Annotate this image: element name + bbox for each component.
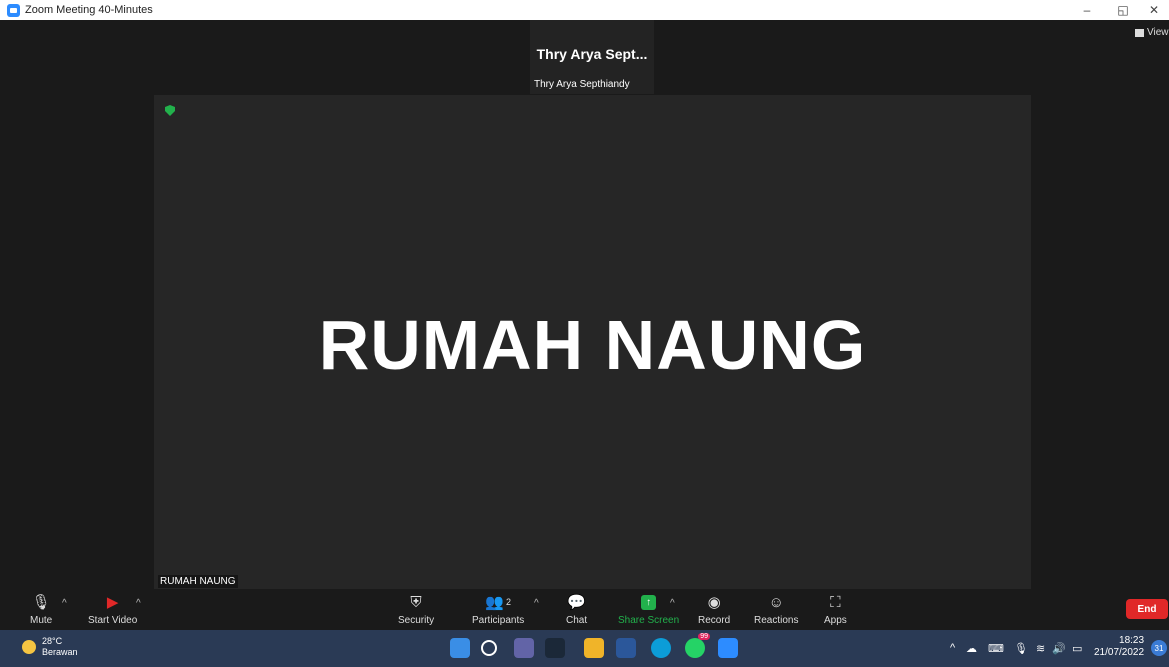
notification-badge[interactable]: 31 — [1151, 640, 1167, 656]
tray-overflow-icon[interactable]: ^ — [950, 642, 955, 654]
weather-condition: Berawan — [42, 647, 78, 657]
teams-icon[interactable] — [514, 638, 534, 658]
search-icon[interactable] — [481, 640, 497, 656]
chat-icon: 💬 — [567, 594, 586, 611]
audio-options-caret[interactable]: ^ — [62, 598, 67, 609]
microphone-icon: 🎙 — [31, 594, 51, 611]
stage-name-label: RUMAH NAUNG — [158, 575, 238, 588]
record-label: Record — [698, 615, 731, 626]
start-video-label: Start Video — [88, 615, 138, 626]
file-explorer-icon[interactable] — [584, 638, 604, 658]
share-options-caret[interactable]: ^ — [670, 598, 675, 609]
meeting-area: Thry Arya Sept... Thry Arya Septhiandy V… — [0, 20, 1169, 590]
chat-label: Chat — [566, 615, 588, 626]
battery-icon[interactable]: ▭ — [1072, 642, 1082, 655]
reactions-button[interactable]: ☺ Reactions — [754, 592, 799, 627]
mic-tray-icon[interactable]: 🎙 — [1014, 642, 1028, 655]
share-screen-icon: ↑ — [641, 592, 657, 612]
chat-button[interactable]: 💬 Chat — [566, 592, 587, 626]
minimize-button[interactable]: – — [1072, 0, 1102, 20]
participant-full-name: Thry Arya Septhiandy — [534, 79, 630, 90]
grid-icon — [1135, 28, 1144, 37]
mute-label: Mute — [30, 615, 53, 626]
share-screen-label: Share Screen — [618, 615, 680, 626]
security-button[interactable]: ⛨ Security — [398, 592, 435, 627]
shared-content-text: RUMAH NAUNG — [318, 306, 867, 384]
security-label: Security — [398, 615, 435, 626]
participants-button[interactable]: 👥 2 Participants — [472, 592, 524, 626]
record-button[interactable]: ◉ Record — [698, 592, 730, 626]
shared-screen: RUMAH NAUNG RUMAH NAUNG — [154, 95, 1031, 589]
security-shield-icon: ⛨ — [410, 593, 422, 611]
restore-button[interactable]: ◱ — [1108, 0, 1138, 20]
reactions-icon: ☺ — [768, 593, 784, 611]
view-label: View — [1147, 27, 1169, 38]
participants-label: Participants — [472, 615, 525, 626]
participant-thumbnail[interactable]: Thry Arya Sept... Thry Arya Septhiandy — [530, 20, 654, 94]
clock[interactable]: 18:23 21/07/2022 — [1094, 635, 1144, 659]
word-icon[interactable] — [616, 638, 636, 658]
edge-icon[interactable] — [651, 638, 671, 658]
apps-button[interactable]: ⛶ Apps — [824, 592, 847, 627]
start-icon[interactable] — [450, 638, 470, 658]
keyboard-icon[interactable]: ⌨ — [988, 642, 1004, 655]
temperature: 28°C — [42, 636, 63, 646]
participants-options-caret[interactable]: ^ — [534, 598, 539, 609]
title-bar: Zoom Meeting 40-Minutes – ◱ ✕ — [0, 0, 1169, 20]
video-off-icon: ▶ — [106, 594, 119, 611]
participants-count: 2 — [505, 597, 511, 607]
zoom-app-icon — [7, 3, 20, 17]
record-icon: ◉ — [707, 594, 721, 611]
close-button[interactable]: ✕ — [1139, 0, 1169, 20]
participants-icon: 👥 2 — [485, 594, 511, 611]
reactions-label: Reactions — [754, 615, 799, 626]
video-options-caret[interactable]: ^ — [136, 598, 141, 609]
participant-display-name: Thry Arya Sept... — [536, 46, 648, 62]
time: 18:23 — [1119, 635, 1145, 646]
mute-button[interactable]: 🎙 Mute — [30, 592, 52, 626]
whatsapp-icon[interactable]: 99 — [685, 633, 710, 658]
meeting-toolbar: 🎙 Mute ^ ▶ Start Video ^ ⛨ Security 👥 2 P… — [0, 590, 1169, 630]
end-button[interactable]: End — [1126, 599, 1168, 619]
zoom-taskbar-icon[interactable] — [718, 638, 738, 658]
windows-taskbar: 28°C Berawan 99 ^ ☁ ⌨ 🎙 ≋ 🔊 ▭ 18:23 21/07… — [0, 630, 1169, 667]
view-button[interactable]: View — [1135, 27, 1169, 38]
apps-label: Apps — [824, 615, 847, 626]
apps-icon: ⛶ — [830, 593, 841, 611]
steam-icon[interactable] — [545, 638, 565, 658]
date: 21/07/2022 — [1094, 647, 1145, 658]
wifi-icon[interactable]: ≋ — [1036, 642, 1045, 655]
weather-icon — [22, 640, 36, 654]
encryption-shield-icon[interactable] — [165, 105, 175, 116]
start-video-button[interactable]: ▶ Start Video — [88, 592, 137, 626]
weather-widget[interactable]: 28°C Berawan — [22, 636, 78, 658]
whatsapp-badge: 99 — [698, 633, 710, 640]
window-title: Zoom Meeting 40-Minutes — [25, 4, 153, 16]
onedrive-icon[interactable]: ☁ — [966, 642, 977, 655]
volume-icon[interactable]: 🔊 — [1052, 642, 1066, 655]
